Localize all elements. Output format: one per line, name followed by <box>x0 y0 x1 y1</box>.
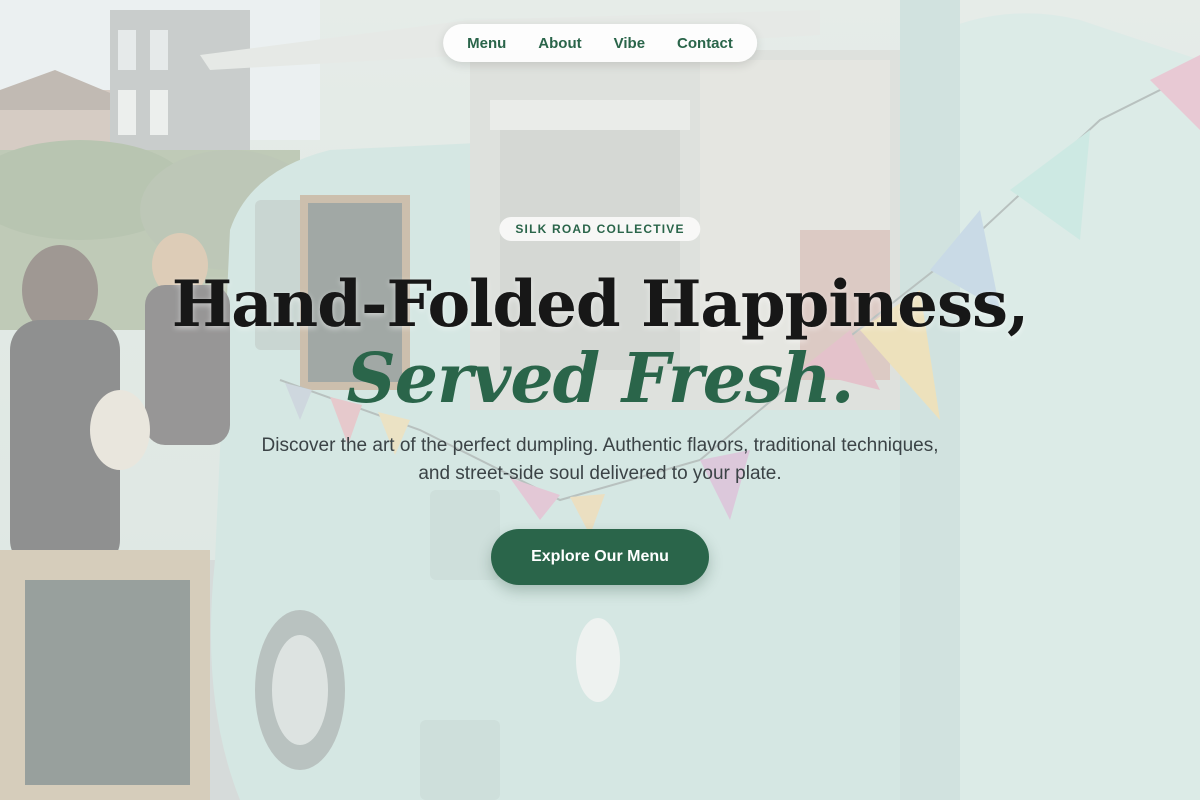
nav-link-contact[interactable]: Contact <box>677 35 733 52</box>
explore-menu-button[interactable]: Explore Our Menu <box>491 529 709 585</box>
hero-subtitle: Discover the art of the perfect dumpling… <box>261 435 939 484</box>
brand-badge: SILK ROAD COLLECTIVE <box>499 217 701 241</box>
main-nav: Menu About Vibe Contact <box>443 24 757 62</box>
nav-link-menu[interactable]: Menu <box>467 35 506 52</box>
hero-title-line2: Served Fresh. <box>346 339 855 419</box>
nav-link-vibe[interactable]: Vibe <box>614 35 645 52</box>
nav-link-about[interactable]: About <box>538 35 581 52</box>
